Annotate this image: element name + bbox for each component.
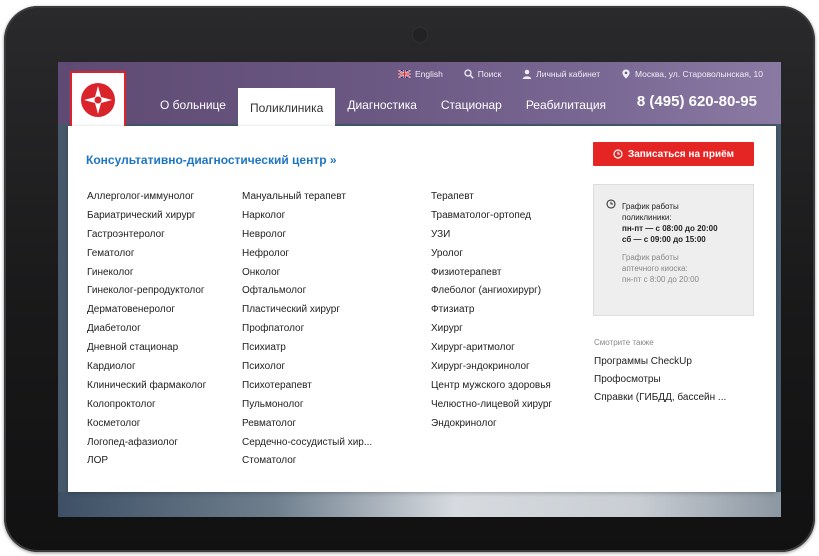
specialist-link[interactable]: Диабетолог [87, 320, 206, 339]
specialist-link[interactable]: Мануальный терапевт [242, 188, 372, 207]
specialist-link[interactable]: Хирург-эндокринолог [431, 358, 552, 377]
specialist-link[interactable]: Кардиолог [87, 358, 206, 377]
nav-item-rehabilitation[interactable]: Реабилитация [514, 88, 618, 122]
user-icon [522, 69, 532, 79]
address-link[interactable]: Москва, ул. Староволынская, 10 [621, 69, 763, 79]
specialist-link[interactable]: Невролог [242, 226, 372, 245]
schedule-box: График работы поликлиники: пн-пт — с 08:… [593, 184, 754, 316]
specialist-link[interactable]: Гинеколог-репродуктолог [87, 282, 206, 301]
nav-item-hospital[interactable]: Стационар [429, 88, 514, 122]
cabinet-label: Личный кабинет [536, 69, 601, 79]
specialist-link[interactable]: Сердечно-сосудистый хир... [242, 434, 372, 453]
schedule-saturday: сб — с 09:00 до 15:00 [622, 235, 706, 244]
top-utility-bar: English Поиск Личный кабинет Москва, ул.… [398, 69, 763, 79]
schedule-title-line1: График работы [622, 202, 679, 211]
pharmacy-hours: пн-пт с 8:00 до 20:00 [622, 275, 700, 284]
specialist-link[interactable]: Психолог [242, 358, 372, 377]
specialist-column-3: Терапевт Травматолог-ортопед УЗИ Уролог Физи… [431, 188, 552, 434]
specialist-link[interactable]: Травматолог-ортопед [431, 207, 552, 226]
see-also-label: Смотрите также [594, 338, 654, 347]
specialist-link[interactable]: Хирург-аритмолог [431, 339, 552, 358]
clock-icon [606, 199, 616, 209]
specialist-link[interactable]: Гематолог [87, 245, 206, 264]
specialist-link[interactable]: Профпатолог [242, 320, 372, 339]
specialist-link[interactable]: Физиотерапевт [431, 264, 552, 283]
dropdown-panel: Консультативно-диагностический центр » А… [68, 126, 776, 492]
specialist-link[interactable]: Пластический хирург [242, 301, 372, 320]
specialist-link[interactable]: УЗИ [431, 226, 552, 245]
specialist-link[interactable]: Аллерголог-иммунолог [87, 188, 206, 207]
phone-number[interactable]: 8 (495) 620-80-95 [637, 93, 757, 110]
specialist-column-1: Аллерголог-иммунолог Бариатрический хирур… [87, 188, 206, 471]
specialist-link[interactable]: Ревматолог [242, 415, 372, 434]
uk-flag-icon [398, 70, 411, 78]
specialist-link[interactable]: Гинеколог [87, 264, 206, 283]
book-appointment-button[interactable]: Записаться на приём [593, 142, 754, 166]
schedule-text: График работы поликлиники: пн-пт — с 08:… [622, 201, 718, 285]
specialist-link[interactable]: Флеболог (ангиохирург) [431, 282, 552, 301]
specialist-link[interactable]: Клинический фармаколог [87, 377, 206, 396]
main-navigation: О больнице Поликлиника Диагностика Стаци… [148, 88, 618, 126]
clock-icon [613, 149, 623, 159]
nav-item-about[interactable]: О больнице [148, 88, 238, 122]
see-also-checkups-link[interactable]: Профосмотры [594, 371, 726, 389]
search-icon [464, 69, 474, 79]
specialist-link[interactable]: Бариатрический хирург [87, 207, 206, 226]
language-label: English [415, 69, 443, 79]
specialist-link[interactable]: Центр мужского здоровья [431, 377, 552, 396]
specialist-link[interactable]: Колопроктолог [87, 396, 206, 415]
book-appointment-label: Записаться на приём [627, 148, 735, 160]
nav-item-polyclinic[interactable]: Поликлиника [237, 88, 336, 126]
schedule-weekdays: пн-пт — с 08:00 до 20:00 [622, 224, 718, 233]
specialist-link[interactable]: Психотерапевт [242, 377, 372, 396]
location-pin-icon [622, 69, 630, 79]
specialist-link[interactable]: Нарколог [242, 207, 372, 226]
cabinet-link[interactable]: Личный кабинет [522, 69, 600, 79]
specialist-link[interactable]: Гастроэнтеролог [87, 226, 206, 245]
specialist-link[interactable]: Офтальмолог [242, 282, 372, 301]
specialist-link[interactable]: Эндокринолог [431, 415, 552, 434]
specialist-link[interactable]: Логопед-афазиолог [87, 434, 206, 453]
see-also-certificates-link[interactable]: Справки (ГИБДД, бассейн ... [594, 389, 726, 407]
page-background [58, 492, 781, 517]
nav-item-diagnostics[interactable]: Диагностика [335, 88, 429, 122]
specialist-link[interactable]: Дневной стационар [87, 339, 206, 358]
hospital-logo[interactable] [70, 71, 126, 133]
specialist-link[interactable]: Психиатр [242, 339, 372, 358]
browser-screen: English Поиск Личный кабинет Москва, ул.… [58, 62, 781, 517]
specialist-link[interactable]: Онколог [242, 264, 372, 283]
specialist-link[interactable]: Челюстно-лицевой хирург [431, 396, 552, 415]
specialist-link[interactable]: Терапевт [431, 188, 552, 207]
specialist-link[interactable]: Нефролог [242, 245, 372, 264]
language-switch[interactable]: English [398, 69, 443, 79]
search-label: Поиск [477, 69, 502, 79]
camera-icon [411, 26, 429, 44]
specialist-link[interactable]: Уролог [431, 245, 552, 264]
address-label: Москва, ул. Староволынская, 10 [634, 69, 763, 79]
specialist-column-2: Мануальный терапевт Нарколог Невролог Нефро… [242, 188, 372, 471]
specialist-link[interactable]: Дерматовенеролог [87, 301, 206, 320]
see-also-block: Смотрите также Программы CheckUp Профосм… [594, 338, 726, 407]
cross-emblem-icon [81, 83, 115, 117]
pharmacy-title-line2: аптечного киоска: [622, 264, 688, 273]
schedule-title-line2: поликлиники: [622, 213, 672, 222]
specialist-link[interactable]: Пульмонолог [242, 396, 372, 415]
search-link[interactable]: Поиск [464, 69, 502, 79]
specialist-link[interactable]: Косметолог [87, 415, 206, 434]
specialist-link[interactable]: ЛОР [87, 452, 206, 471]
see-also-checkup-link[interactable]: Программы CheckUp [594, 353, 726, 371]
tablet-frame: English Поиск Личный кабинет Москва, ул.… [4, 6, 815, 552]
panel-title-link[interactable]: Консультативно-диагностический центр » [86, 153, 337, 167]
specialist-link[interactable]: Стоматолог [242, 452, 372, 471]
pharmacy-title-line1: График работы [622, 253, 679, 262]
specialist-link[interactable]: Хирург [431, 320, 552, 339]
specialist-link[interactable]: Фтизиатр [431, 301, 552, 320]
